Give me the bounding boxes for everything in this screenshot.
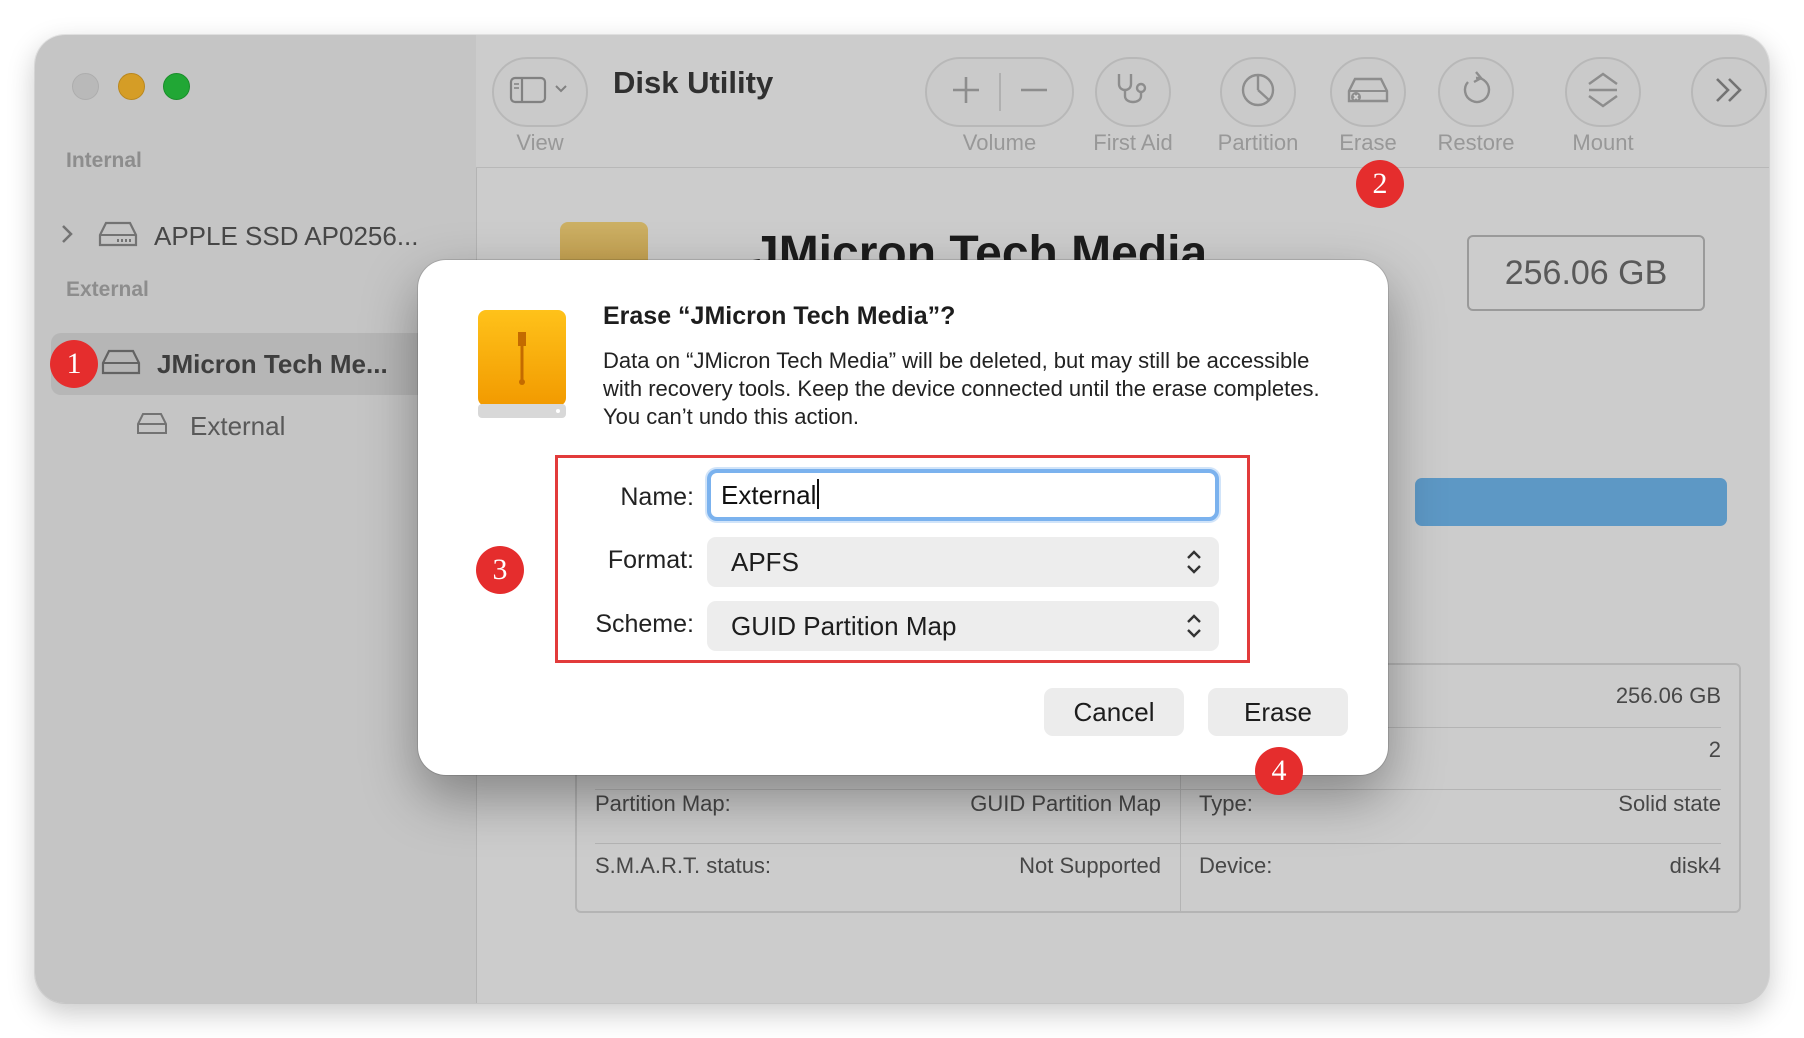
external-drive-usb-icon — [476, 308, 568, 425]
dialog-title: Erase “JMicron Tech Media”? — [603, 302, 956, 330]
step-badge-1: 1 — [50, 340, 98, 388]
step-badge-3: 3 — [476, 546, 524, 594]
erase-button[interactable]: Erase — [1208, 688, 1348, 736]
cancel-button[interactable]: Cancel — [1044, 688, 1184, 736]
step-badge-4: 4 — [1255, 747, 1303, 795]
step-badge-2: 2 — [1356, 160, 1404, 208]
dialog-message: Data on “JMicron Tech Media” will be del… — [603, 348, 1320, 429]
form-highlight-box — [555, 455, 1250, 663]
